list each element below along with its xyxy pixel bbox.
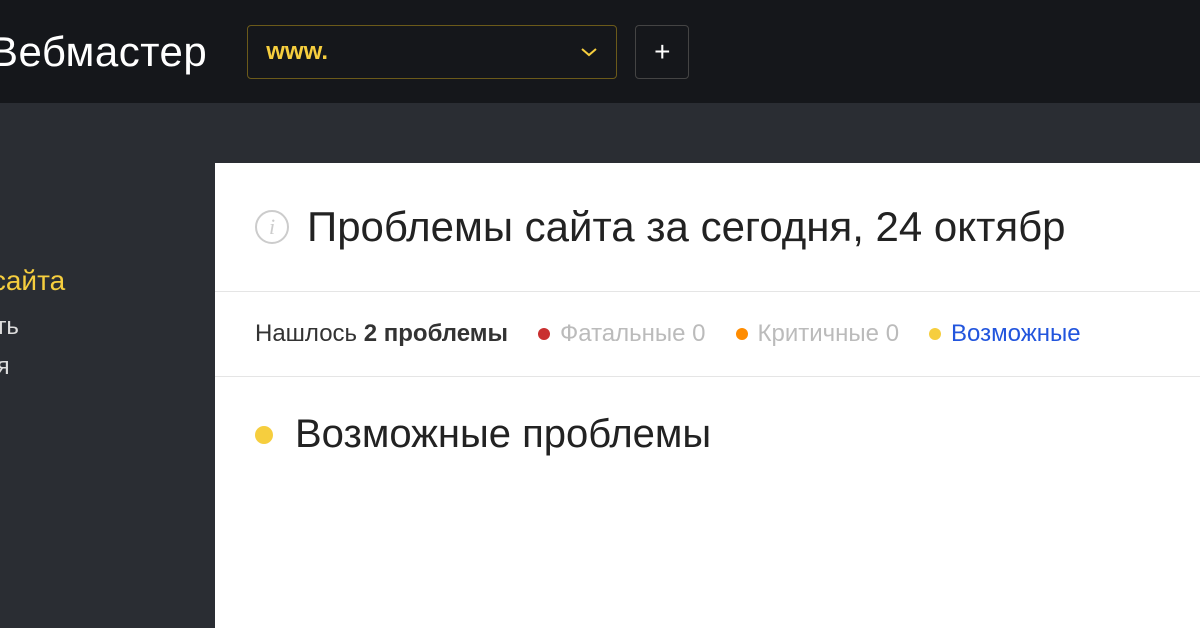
main-content: i Проблемы сайта за сегодня, 24 октябр Н… (215, 163, 1200, 628)
site-selector-dropdown[interactable]: www. (247, 25, 617, 79)
summary-text: Нашлось 2 проблемы (255, 320, 508, 348)
filter-fatal[interactable]: Фатальные 0 (538, 320, 706, 348)
dot-red-icon (538, 328, 550, 340)
filter-critical[interactable]: Критичные 0 (736, 320, 900, 348)
plus-icon: + (654, 36, 670, 68)
topbar: Вебмастер www. + (0, 0, 1200, 103)
dot-orange-icon (736, 328, 748, 340)
filter-possible-label: Возможные (951, 320, 1081, 348)
info-icon[interactable]: i (255, 210, 289, 244)
summary-row: Нашлось 2 проблемы Фатальные 0 Критичные… (215, 292, 1200, 376)
sidebar: тика ика сайта ость ния ые (0, 103, 215, 628)
section-possible: Возможные проблемы (215, 377, 1200, 457)
chevron-down-icon (580, 47, 598, 57)
page-title-row: i Проблемы сайта за сегодня, 24 октябр (215, 163, 1200, 291)
filter-critical-label: Критичные 0 (758, 320, 900, 348)
section-title: Возможные проблемы (295, 412, 711, 457)
add-site-button[interactable]: + (635, 25, 689, 79)
sidebar-item-violations[interactable]: ния (0, 347, 215, 387)
filter-possible[interactable]: Возможные (929, 320, 1081, 348)
page-title: Проблемы сайта за сегодня, 24 октябр (307, 203, 1066, 251)
sidebar-item-site-diagnostics[interactable]: ика сайта (0, 255, 215, 307)
sidebar-item-other[interactable]: ые (0, 457, 215, 509)
dot-yellow-icon (929, 328, 941, 340)
filter-fatal-label: Фатальные 0 (560, 320, 706, 348)
site-selector-value: www. (266, 38, 328, 66)
dot-yellow-icon (255, 426, 273, 444)
sidebar-item-diagnostics[interactable]: тика (0, 203, 215, 255)
sidebar-item-security[interactable]: ость (0, 307, 215, 347)
brand-title: Вебмастер (0, 28, 207, 76)
summary-prefix: Нашлось (255, 320, 364, 347)
summary-count: 2 проблемы (364, 320, 508, 347)
